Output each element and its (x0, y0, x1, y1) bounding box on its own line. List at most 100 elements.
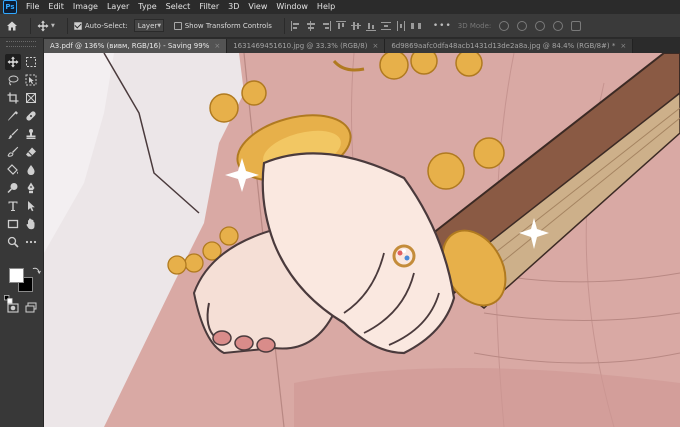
close-icon[interactable]: × (214, 42, 220, 50)
document-canvas[interactable] (44, 53, 680, 427)
menu-view[interactable]: View (248, 0, 267, 14)
object-select-icon (25, 74, 37, 86)
brush-tool[interactable] (5, 126, 21, 142)
hand-icon (26, 218, 35, 230)
align-right-icon[interactable] (321, 20, 331, 31)
menu-filter[interactable]: Filter (199, 0, 219, 14)
camera-3d-icon (571, 20, 582, 31)
move-tool-preset[interactable]: ▼ (37, 20, 55, 32)
pen-tool[interactable] (23, 180, 39, 196)
zoom-tool[interactable] (5, 234, 21, 250)
checkbox-unchecked-icon (173, 21, 182, 30)
menu-file[interactable]: File (26, 0, 39, 14)
crop-icon (7, 92, 19, 104)
arrow-cursor-icon (28, 201, 35, 212)
tab-label: 1631469451610.jpg @ 33.3% (RGB/8) (233, 42, 368, 50)
eraser-tool[interactable] (23, 144, 39, 160)
lasso-icon (8, 75, 19, 86)
menu-window[interactable]: Window (276, 0, 308, 14)
tools-panel (0, 38, 44, 427)
orbit-3d-icon (499, 20, 510, 31)
paint-bucket-tool[interactable] (5, 162, 21, 178)
3d-mode-label: 3D Mode: (457, 21, 492, 30)
align-middle-icon[interactable] (350, 21, 361, 31)
dodge-icon (7, 183, 18, 194)
options-bar: ▼ Auto-Select: Layer ▼ Show Transform Co… (0, 14, 680, 38)
tab-document-2[interactable]: 1631469451610.jpg @ 33.3% (RGB/8) × (227, 39, 386, 53)
history-brush-tool[interactable] (5, 144, 21, 160)
paint-bucket-icon (7, 164, 18, 175)
stamp-tool[interactable] (23, 126, 39, 142)
history-brush-icon (7, 146, 19, 157)
divider (66, 17, 68, 34)
tab-document-1[interactable]: A3.pdf @ 136% (вивм, RGB/16) - Saving 99… (44, 39, 228, 53)
droplet-icon (27, 165, 35, 175)
pen-icon (27, 182, 35, 194)
divider (283, 17, 285, 34)
menu-select[interactable]: Select (166, 0, 191, 14)
foreground-color-swatch[interactable] (9, 268, 24, 283)
move-tool[interactable] (5, 54, 21, 70)
chevron-down-icon: ▼ (51, 22, 55, 29)
menu-bar: Ps File Edit Image Layer Type Select Fil… (0, 0, 680, 14)
align-bottom-icon[interactable] (365, 21, 376, 31)
align-center-icon[interactable] (306, 20, 316, 31)
screen-mode-button[interactable] (23, 300, 39, 316)
spot-heal-tool[interactable] (23, 108, 39, 124)
ellipsis-icon (25, 240, 37, 244)
distribute-vertical-icon[interactable] (380, 21, 391, 31)
eyedropper-icon (8, 111, 18, 121)
menu-image[interactable]: Image (73, 0, 98, 14)
auto-select-checkbox[interactable]: Auto-Select: (73, 21, 128, 30)
document-tabs: A3.pdf @ 136% (вивм, RGB/16) - Saving 99… (44, 38, 680, 53)
close-icon[interactable]: × (372, 42, 378, 50)
auto-select-label: Auto-Select: (84, 21, 128, 30)
distribute-spacing-icon[interactable] (410, 21, 421, 31)
menu-layer[interactable]: Layer (107, 0, 129, 14)
crop-tool[interactable] (5, 90, 21, 106)
layer-select-value: Layer (137, 21, 158, 30)
align-top-icon[interactable] (335, 20, 346, 31)
more-tools[interactable] (23, 234, 39, 250)
hand-tool[interactable] (23, 216, 39, 232)
object-select-tool[interactable] (23, 72, 39, 88)
lasso-tool[interactable] (5, 72, 21, 88)
layer-select-dropdown[interactable]: Layer ▼ (133, 19, 164, 32)
align-left-icon[interactable] (290, 20, 301, 31)
close-icon[interactable]: × (620, 42, 626, 50)
menu-edit[interactable]: Edit (48, 0, 64, 14)
quick-mask-icon (7, 303, 19, 313)
panel-grip[interactable] (6, 41, 36, 47)
chevron-down-icon: ▼ (157, 22, 162, 29)
more-options-button[interactable]: ••• (433, 21, 452, 31)
roll-3d-icon (517, 20, 528, 31)
swap-arrows-icon (32, 267, 41, 274)
path-select-tool[interactable] (23, 198, 39, 214)
menu-help[interactable]: Help (317, 0, 335, 14)
brush-icon (8, 128, 19, 139)
quick-mask-button[interactable] (5, 300, 21, 316)
checkbox-checked-icon (73, 21, 82, 30)
show-transform-checkbox[interactable]: Show Transform Controls (173, 21, 272, 30)
menu-type[interactable]: Type (138, 0, 156, 14)
bandage-icon (26, 111, 36, 121)
frame-icon (26, 93, 36, 103)
type-icon (8, 201, 18, 211)
rectangle-tool[interactable] (5, 216, 21, 232)
distribute-horizontal-icon[interactable] (396, 20, 406, 31)
eraser-icon (26, 147, 36, 157)
tab-document-3[interactable]: 6d9869aafc0dfa48acb1431d13de2a8a.jpg @ 8… (385, 39, 634, 53)
show-transform-label: Show Transform Controls (184, 21, 272, 30)
eyedropper-tool[interactable] (5, 108, 21, 124)
drag-3d-icon (535, 20, 546, 31)
home-button[interactable] (0, 14, 24, 38)
menu-3d[interactable]: 3D (228, 0, 239, 14)
tab-label: 6d9869aafc0dfa48acb1431d13de2a8a.jpg @ 8… (391, 42, 616, 50)
marquee-tool[interactable] (23, 54, 39, 70)
blur-tool[interactable] (23, 162, 39, 178)
swap-colors-button[interactable] (31, 265, 41, 275)
stamp-icon (26, 129, 36, 139)
type-tool[interactable] (5, 198, 21, 214)
dodge-tool[interactable] (5, 180, 21, 196)
frame-tool[interactable] (23, 90, 39, 106)
